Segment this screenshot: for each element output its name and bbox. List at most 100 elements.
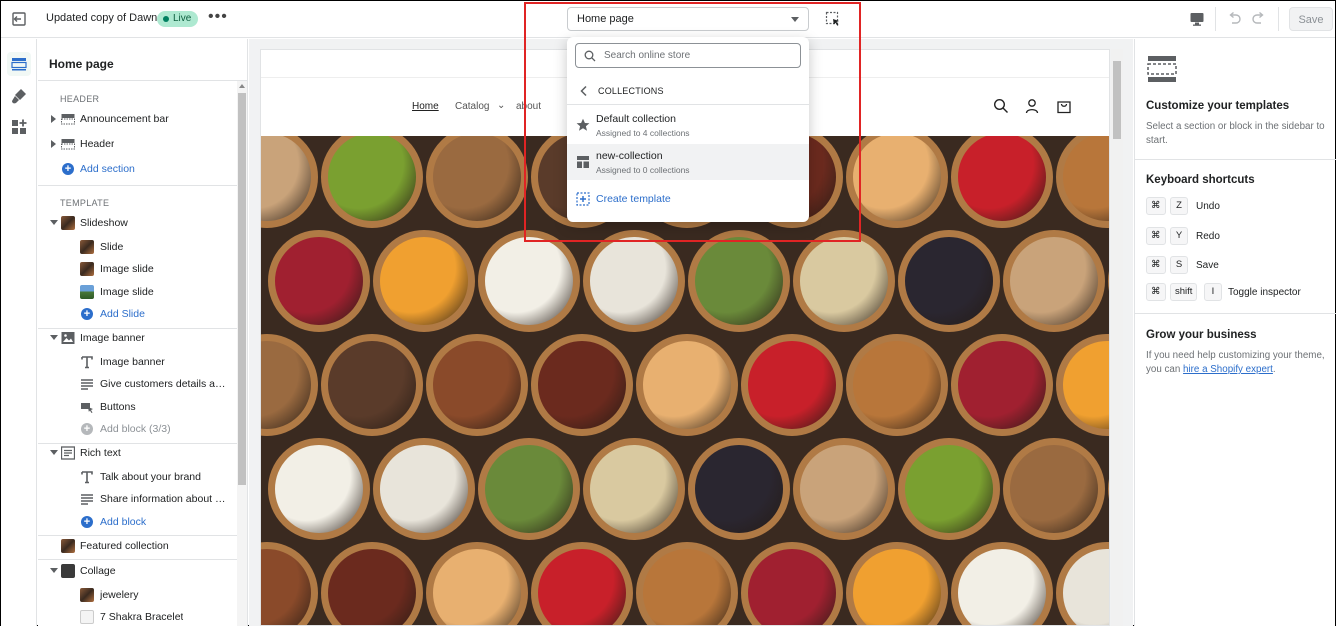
block-heading[interactable]: Talk about your brand (38, 466, 237, 488)
nut-bowl (1003, 438, 1105, 540)
sidebar-scrollbar-thumb[interactable] (238, 93, 246, 485)
add-block-disabled[interactable]: + Add block (3/3) (38, 418, 237, 440)
section-rich-text[interactable]: Rich text (38, 442, 237, 464)
nav-home[interactable]: Home (412, 101, 439, 112)
block-buttons[interactable]: Buttons (38, 396, 237, 418)
block-text[interactable]: Share information about yo... (38, 488, 237, 510)
section-announcement-bar[interactable]: Announcement bar (38, 108, 237, 130)
desktop-icon[interactable] (1189, 11, 1205, 27)
theme-name: Updated copy of Dawn (46, 12, 158, 24)
nut-bowl (741, 542, 843, 625)
section-slideshow[interactable]: Slideshow (38, 212, 237, 234)
template-assignment: Assigned to 4 collections (596, 128, 690, 138)
block-heading[interactable]: Image banner (38, 351, 237, 373)
add-block-label: Add block (100, 516, 147, 528)
right-info-panel: Customize your templates Select a sectio… (1134, 39, 1336, 626)
template-new-collection[interactable]: new-collection Assigned to 0 collections (567, 144, 809, 180)
nav-about[interactable]: about (516, 101, 541, 112)
hire-expert-link[interactable]: hire a Shopify expert (1183, 364, 1273, 375)
nut-bowl (583, 438, 685, 540)
nut-bowl (846, 334, 948, 436)
section-image-banner[interactable]: Image banner (38, 327, 237, 349)
chevron-down-icon[interactable] (50, 220, 58, 225)
nut-bowl (1056, 136, 1109, 228)
exit-icon[interactable] (10, 10, 28, 28)
template-picker-dropdown: Search online store COLLECTIONS Default … (567, 37, 809, 222)
nut-bowl (1056, 542, 1109, 625)
undo-icon[interactable] (1226, 10, 1242, 26)
search-placeholder: Search online store (604, 50, 691, 61)
inspector-icon[interactable] (825, 11, 841, 27)
chevron-right-icon[interactable] (51, 140, 56, 148)
account-icon[interactable] (1024, 98, 1040, 114)
block-image-slide[interactable]: Image slide (38, 281, 237, 303)
scroll-up-icon[interactable] (239, 84, 245, 88)
section-featured-collection[interactable]: Featured collection (38, 535, 237, 557)
sections-tab[interactable] (7, 52, 31, 76)
star-icon (576, 118, 590, 131)
cart-icon[interactable] (1056, 98, 1072, 114)
block-label: Image slide (100, 286, 154, 298)
block-text[interactable]: Give customers details abo... (38, 373, 237, 395)
divider (38, 185, 237, 186)
slide-thumbnail (80, 240, 94, 254)
section-icon (61, 114, 75, 125)
nut-bowl (898, 230, 1000, 332)
search-input[interactable]: Search online store (575, 43, 801, 68)
key-z: Z (1170, 197, 1188, 215)
section-label: Announcement bar (80, 113, 169, 125)
chevron-down-icon[interactable] (50, 335, 58, 340)
more-actions-icon[interactable]: ••• (208, 8, 228, 26)
command-key-icon: ⌘ (1146, 283, 1166, 301)
section-header[interactable]: Header (38, 133, 237, 155)
block-label: Talk about your brand (100, 471, 201, 483)
add-slide-label: Add Slide (100, 308, 145, 320)
section-label: Slideshow (80, 217, 128, 229)
redo-icon[interactable] (1251, 10, 1267, 26)
paragraph-icon (81, 494, 93, 505)
block-label: Share information about yo... (100, 493, 228, 505)
nut-bowl (688, 438, 790, 540)
shortcut-label: Save (1196, 260, 1219, 271)
page-selector[interactable]: Home page (567, 7, 809, 31)
block-label: 7 Shakra Bracelet (100, 611, 184, 623)
block-collage-item[interactable]: jewelery (38, 584, 237, 606)
nut-bowl (268, 438, 370, 540)
template-group-label: TEMPLATE (60, 198, 110, 208)
template-name: Default collection (596, 113, 676, 125)
add-slide-button[interactable]: + Add Slide (38, 303, 237, 325)
preview-scrollbar-thumb[interactable] (1113, 61, 1121, 139)
block-image-slide[interactable]: Image slide (38, 258, 237, 280)
nut-bowl (373, 230, 475, 332)
nut-bowl (1108, 230, 1109, 332)
block-slide[interactable]: Slide (38, 236, 237, 258)
chevron-down-icon: ⌄ (497, 100, 506, 111)
grow-text: If you need help customizing your theme,… (1146, 349, 1326, 377)
nut-bowl (951, 542, 1053, 625)
add-block-button[interactable]: + Add block (38, 511, 237, 533)
command-key-icon: ⌘ (1146, 197, 1166, 215)
block-collage-item[interactable]: 7 Shakra Bracelet (38, 606, 237, 626)
chevron-down-icon[interactable] (50, 450, 58, 455)
app-embeds-tab[interactable] (7, 115, 31, 139)
nut-bowl (426, 334, 528, 436)
search-icon[interactable] (993, 98, 1009, 114)
section-collage[interactable]: Collage (38, 560, 237, 582)
nav-catalog[interactable]: Catalog (455, 101, 489, 112)
section-label: Rich text (80, 447, 121, 459)
save-button[interactable]: Save (1289, 7, 1333, 31)
nut-bowl (741, 334, 843, 436)
theme-settings-tab[interactable] (7, 84, 31, 108)
chevron-down-icon[interactable] (50, 568, 58, 573)
nut-bowl (321, 136, 423, 228)
chevron-right-icon[interactable] (51, 115, 56, 123)
back-to-collections-button[interactable]: COLLECTIONS (567, 81, 809, 103)
nut-bowl (793, 438, 895, 540)
template-default-collection[interactable]: Default collection Assigned to 4 collect… (567, 107, 809, 143)
add-section-button[interactable]: + Add section (38, 158, 237, 180)
grow-text-end: . (1272, 364, 1276, 375)
create-template-button[interactable]: Create template (567, 188, 809, 210)
layout-icon (577, 156, 589, 168)
nut-bowl (793, 230, 895, 332)
section-label: Featured collection (80, 540, 169, 552)
